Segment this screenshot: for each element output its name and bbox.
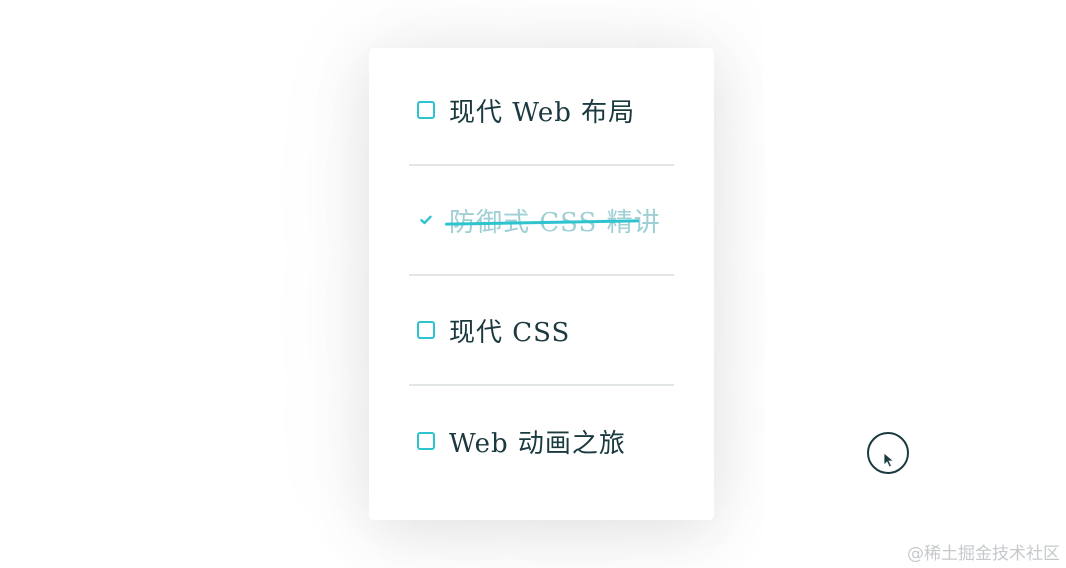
checkbox-icon[interactable] xyxy=(417,101,435,119)
todo-item-modern-css[interactable]: 现代 CSS xyxy=(409,276,674,386)
checkbox-icon[interactable] xyxy=(417,321,435,339)
todo-item-defensive-css[interactable]: 防御式 CSS 精讲 xyxy=(409,166,674,276)
mouse-pointer-icon xyxy=(883,452,895,468)
todo-item-web-animation[interactable]: Web 动画之旅 xyxy=(409,386,674,496)
cursor-ring-icon xyxy=(867,432,909,474)
todo-item-label: 现代 CSS xyxy=(449,317,571,348)
todo-item-label: 防御式 CSS 精讲 xyxy=(449,202,661,239)
checkmark-icon[interactable] xyxy=(417,211,435,229)
todo-item-label: 现代 Web 布局 xyxy=(449,97,636,128)
todo-card: 现代 Web 布局 防御式 CSS 精讲 现代 CSS Web 动画之旅 xyxy=(369,48,714,520)
checkbox-icon[interactable] xyxy=(417,432,435,450)
stage: 现代 Web 布局 防御式 CSS 精讲 现代 CSS Web 动画之旅 @稀土… xyxy=(0,0,1066,568)
watermark: @稀土掘金技术社区 xyxy=(907,544,1060,564)
todo-list: 现代 Web 布局 防御式 CSS 精讲 现代 CSS Web 动画之旅 xyxy=(409,56,674,496)
todo-item-modern-web-layout[interactable]: 现代 Web 布局 xyxy=(409,56,674,166)
todo-item-label: Web 动画之旅 xyxy=(449,428,626,459)
